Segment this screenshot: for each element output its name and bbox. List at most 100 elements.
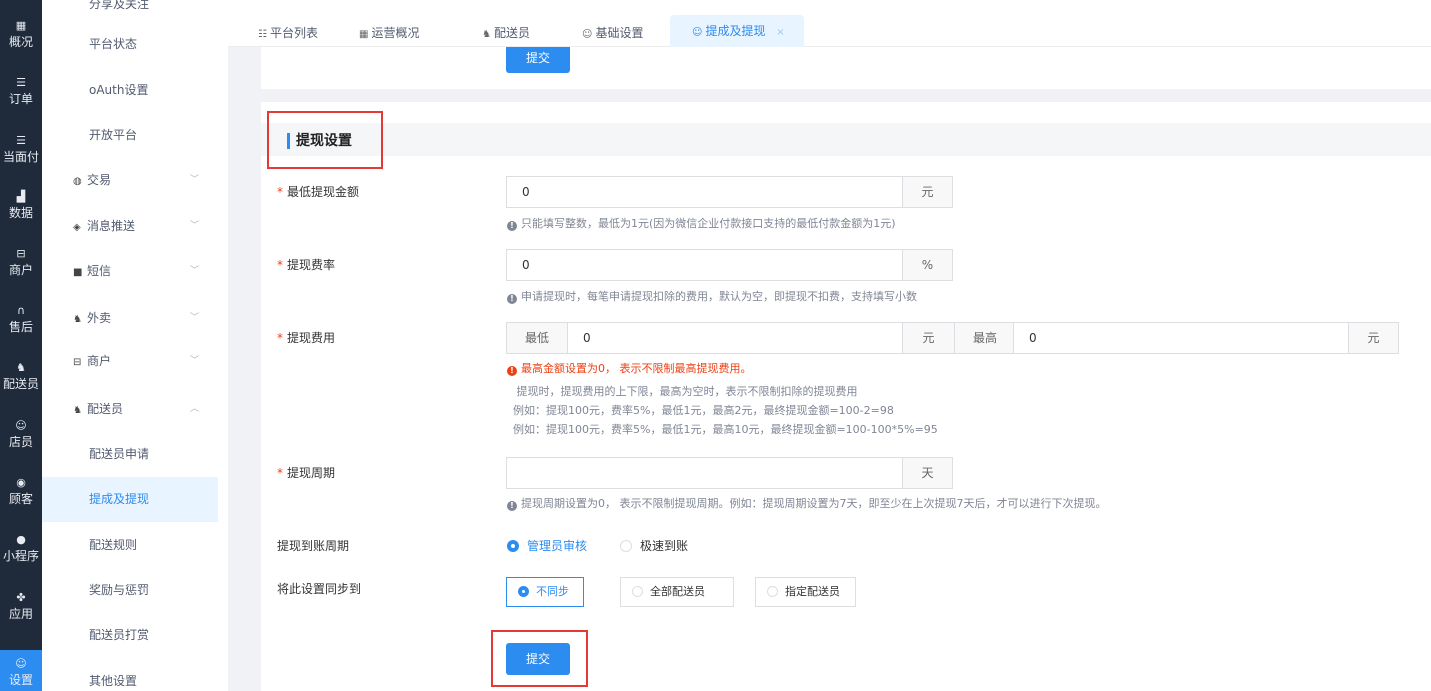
wechat-icon: ● [16, 533, 26, 546]
headset-icon: ∩ [16, 304, 26, 317]
rail-item-courier[interactable]: ♞ 配送员 [0, 354, 42, 404]
top-submit-button[interactable]: 提交 [506, 47, 570, 73]
submenu-item-label: 配送规则 [89, 538, 138, 552]
chevron-down-icon: ﹀ [190, 221, 200, 231]
submenu-item-open-platform[interactable]: 开放平台 [42, 113, 218, 158]
fee-label: * 提现费用 [277, 329, 335, 347]
tab-label: 提成及提现 [705, 24, 766, 38]
input-value: 0 [522, 258, 530, 272]
apps-icon: ✤ [16, 591, 26, 604]
bar-chart-icon: ▟ [16, 190, 26, 203]
close-icon[interactable]: × [776, 17, 784, 49]
label-text: 将此设置同步到 [277, 582, 362, 596]
max-fee-unit: 元 [1348, 323, 1398, 353]
chevron-down-icon: ﹀ [190, 356, 200, 366]
sms-icon: ■ [73, 267, 83, 278]
rail-item-orders[interactable]: ☰ 订单 [0, 69, 42, 119]
submenu-item-platform-status[interactable]: 平台状态 [42, 22, 218, 67]
rail-item-apps[interactable]: ✤ 应用 [0, 584, 42, 634]
radio-dot [518, 586, 529, 597]
rail-item-face-pay[interactable]: ☰ 当面付 [0, 127, 42, 177]
fee-rate-label: * 提现费率 [277, 256, 335, 274]
submenu-item-label: 商户 [87, 354, 112, 368]
rail-item-label: 设置 [8, 673, 33, 687]
hint-text: 只能填写整数，最低为1元(因为微信企业付款接口支持的最低付款金额为1元) [521, 217, 896, 230]
min-amount-hint: ! 只能填写整数，最低为1元(因为微信企业付款接口支持的最低付款金额为1元) [507, 216, 896, 232]
rail-item-mini-program[interactable]: ● 小程序 [0, 526, 42, 576]
info-icon: ! [507, 501, 517, 511]
submenu-group-merchant[interactable]: ⊟ 商户 ﹀ [42, 339, 218, 384]
rail-item-label: 小程序 [2, 549, 39, 563]
submenu-group-takeout[interactable]: ♞ 外卖 ﹀ [42, 296, 218, 341]
min-fee-unit-max-prefix: 元 最高 [902, 322, 1014, 353]
fee-rate-input[interactable]: 0 % [506, 249, 953, 281]
submenu-group-trade[interactable]: ◍ 交易 ﹀ [42, 158, 218, 203]
message-icon: ◈ [73, 222, 81, 233]
tab-courier[interactable]: ♞ 配送员 [482, 17, 530, 47]
max-fee-input[interactable]: 0 [1029, 323, 1037, 353]
submenu-group-sms[interactable]: ■ 短信 ﹀ [42, 249, 218, 294]
submenu-group-message-push[interactable]: ◈ 消息推送 ﹀ [42, 204, 218, 249]
rail-item-customer[interactable]: ◉ 顾客 [0, 469, 42, 519]
min-amount-label: * 最低提现金额 [277, 183, 359, 201]
cycle-input[interactable]: 天 [506, 457, 953, 489]
label-text: 提现周期 [287, 466, 336, 480]
submenu-item-label: 配送员打赏 [89, 628, 150, 642]
rail-item-clerk[interactable]: ☺ 店员 [0, 412, 42, 462]
rail-item-label: 商户 [8, 263, 33, 277]
submenu-item-label: 短信 [87, 264, 112, 278]
radio-admin-review[interactable]: 管理员审核 [507, 538, 587, 554]
submenu-item-courier-apply[interactable]: 配送员申请 [42, 432, 218, 477]
submenu-item-label: 配送员申请 [89, 447, 150, 461]
rail-item-after-sale[interactable]: ∩ 售后 [0, 297, 42, 347]
sync-label: 将此设置同步到 [277, 580, 361, 598]
min-amount-input[interactable]: 0 元 [506, 176, 953, 208]
sync-selected-couriers-button[interactable]: 指定配送员 [755, 577, 856, 607]
arrival-label: 提现到账周期 [277, 537, 349, 555]
input-value: 0 [522, 185, 530, 199]
rail-item-label: 配送员 [2, 377, 39, 391]
scooter-icon: ♞ [16, 361, 26, 374]
fee-hint-2: 例如：提现100元，费率5%，最低1元，最高2元，最终提现金额=100-2=98 [513, 403, 894, 419]
rail-item-data[interactable]: ▟ 数据 [0, 183, 42, 233]
submenu-item-label: 消息推送 [87, 219, 136, 233]
submenu-item-oauth[interactable]: oAuth设置 [42, 68, 218, 113]
submenu-item-reward-penalty[interactable]: 奖励与惩罚 [42, 568, 218, 613]
rail-item-overview[interactable]: ▦ 概况 [0, 12, 42, 62]
label-text: 提现费率 [287, 258, 336, 272]
submenu-item-label: 外卖 [87, 311, 112, 325]
highlight-box-section-title [267, 111, 383, 169]
radio-label: 管理员审核 [527, 539, 588, 553]
sync-all-couriers-button[interactable]: 全部配送员 [620, 577, 734, 607]
submenu-group-courier[interactable]: ♞ 配送员 ︿ [42, 387, 218, 432]
submenu-item-commission-withdraw[interactable]: 提成及提现 [42, 477, 218, 522]
tab-commission-withdraw[interactable]: ☺ 提成及提现 × [670, 15, 804, 47]
takeout-icon: ♞ [73, 314, 82, 325]
rail-item-label: 应用 [8, 607, 33, 621]
tab-operations-overview[interactable]: ▦ 运营概况 [359, 17, 419, 47]
hint-text: 例如：提现100元，费率5%，最低1元，最高10元，最终提现金额=100-100… [513, 423, 938, 436]
chevron-down-icon: ﹀ [190, 175, 200, 185]
submenu-item-label: 提成及提现 [89, 492, 150, 506]
radio-instant-arrival[interactable]: 极速到账 [620, 538, 688, 554]
rail-item-label: 概况 [8, 35, 33, 49]
submenu-item-courier-tip[interactable]: 配送员打赏 [42, 613, 218, 658]
courier-icon: ♞ [73, 405, 82, 416]
submenu-item-delivery-rules[interactable]: 配送规则 [42, 523, 218, 568]
min-fee-input[interactable]: 0 [583, 323, 591, 353]
rail-item-settings[interactable]: ☺ 设置 [0, 650, 42, 691]
rail-item-label: 数据 [8, 206, 33, 220]
sync-none-button[interactable]: 不同步 [506, 577, 584, 607]
rail-item-label: 当面付 [2, 150, 39, 164]
tab-platform-list[interactable]: ☷ 平台列表 [258, 17, 318, 47]
cycle-hint: ! 提现周期设置为0， 表示不限制提现周期。例如：提现周期设置为7天，即至少在上次… [507, 496, 1107, 512]
tab-basic-settings[interactable]: ☺ 基础设置 [582, 17, 643, 47]
submenu-item-other-settings[interactable]: 其他设置 [42, 659, 218, 691]
min-fee-prefix: 最低 [507, 323, 568, 353]
trade-icon: ◍ [73, 176, 82, 187]
highlight-box-submit [491, 630, 588, 687]
rail-item-merchant[interactable]: ⊟ 商户 [0, 240, 42, 290]
section-header [261, 123, 1431, 156]
radio-dot [632, 586, 643, 597]
settings-submenu: 分享及关注 平台状态 oAuth设置 开放平台 ◍ 交易 ﹀ ◈ 消息推送 ﹀ ■ 短… [42, 0, 228, 691]
